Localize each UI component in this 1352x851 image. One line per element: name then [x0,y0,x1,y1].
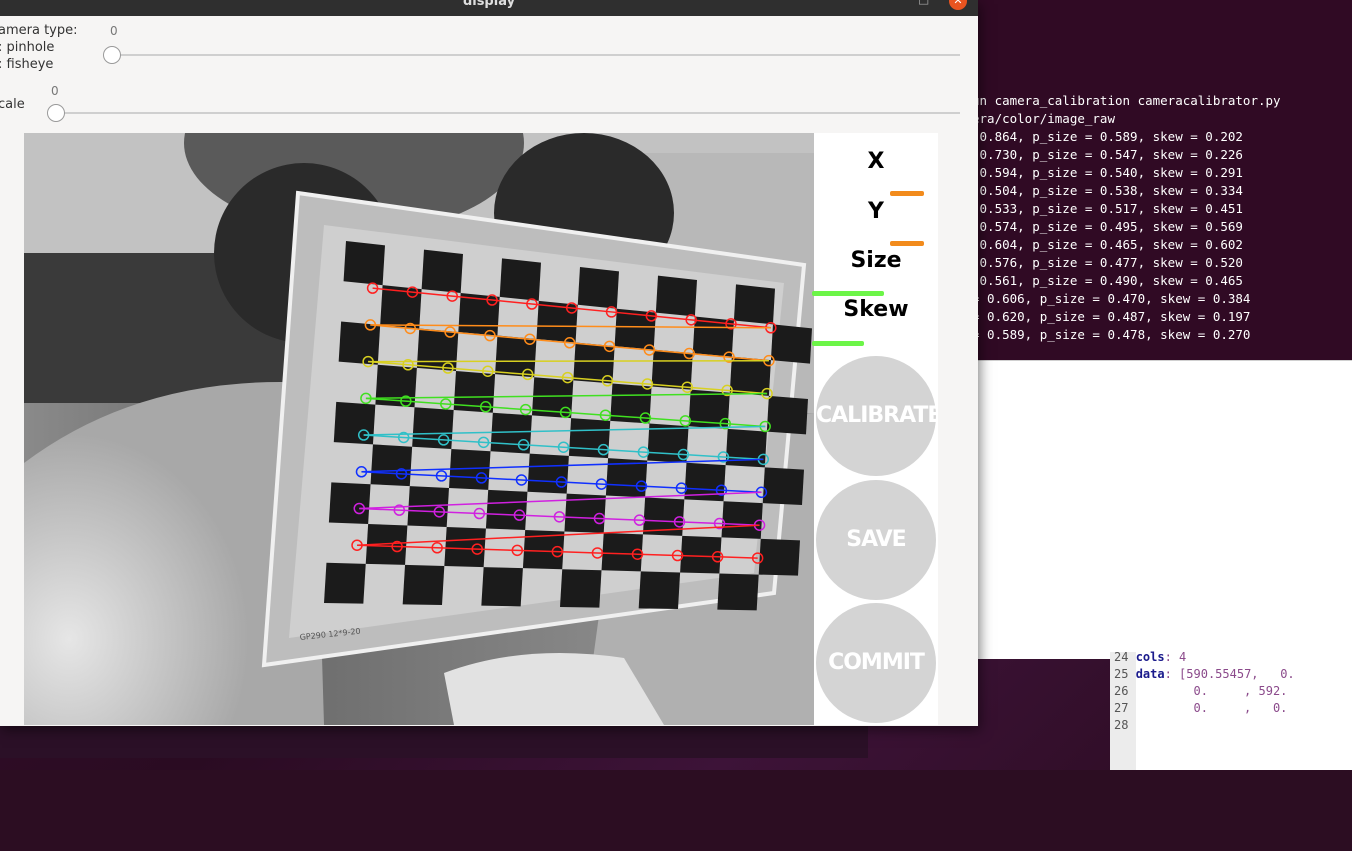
checkerboard-square [758,538,800,576]
calibrate-button[interactable]: CALIBRATE [816,356,938,476]
camera-type-slider-handle[interactable] [103,46,121,64]
terminal-window[interactable]: un camera_calibration cameracalibrator.p… [960,0,1352,360]
title-bar[interactable]: display — □ ✕ [0,0,978,16]
checkerboard-square [328,482,371,525]
scale-label: cale [0,97,25,112]
checkerboard-square [762,467,804,505]
checkerboard-square [638,571,681,609]
metric-y-label: Y [868,199,884,224]
checkerboard-square [770,324,812,364]
window-shadow [0,726,868,758]
scale-slider-handle[interactable] [47,104,65,122]
checkerboard-square [370,444,413,487]
metric-x-bar [890,191,924,196]
editor-line: 28 [1114,718,1136,732]
calibration-view: GP290 12*9-20 X Y Size Skew CALIBRATE SA… [24,133,938,725]
maximize-icon[interactable]: □ [918,0,929,6]
camera-type-label: amera type: : pinhole : fisheye [0,22,78,73]
editor-content: 24 cols: 4 25 data: [590.55457, 0. 26 0. ,… [1114,649,1295,734]
terminal-output: un camera_calibration cameracalibrator.p… [972,93,1281,342]
checkerboard-square [499,258,541,301]
background-window[interactable] [978,360,1352,659]
camera-type-fisheye-line: : fisheye [0,57,54,72]
checkerboard-square [577,267,619,309]
camera-type-pinhole-line: : pinhole [0,40,55,55]
checkerboard-square [655,275,697,317]
editor-line: 27 0. , 0. [1114,701,1288,715]
checkerboard-square [573,342,615,384]
camera-image: GP290 12*9-20 [24,133,814,725]
camera-type-label-line: amera type: [0,23,78,38]
checkerboard-square [481,567,523,607]
checkerboard-square [324,562,366,604]
editor-line: 24 cols: 4 [1114,650,1187,664]
checkerboard-square [651,349,693,390]
checkerboard-square [717,573,759,611]
save-button[interactable]: SAVE [816,480,936,600]
corner-connector-line [368,359,769,363]
checkerboard-square [490,412,532,454]
checkerboard-square [680,535,722,574]
metric-skew-bar [812,341,864,346]
checkerboard-square [402,564,445,605]
editor-line: 26 0. , 592. [1114,684,1288,698]
metric-y-bar [890,241,924,246]
checkerboard-square [560,569,602,608]
scale-slider-track[interactable] [56,112,960,114]
checkerboard-square [527,453,569,494]
checkerboard-square [733,284,775,325]
editor-line: 25 data: [590.55457, 0. [1114,667,1295,681]
metric-size-bar [812,291,884,296]
scale-value: 0 [51,84,59,98]
camera-type-slider-track[interactable] [112,54,960,56]
metric-x-label: X [867,149,885,174]
window-title: display [462,0,516,9]
checkerboard-square [721,501,763,539]
checkerboard-square [568,418,611,459]
checkerboard-square [444,527,486,568]
checkerboard-square [343,241,385,286]
checkerboard-square [725,428,767,468]
commit-button[interactable]: COMMIT [816,603,936,723]
metric-skew-label: Skew [843,297,909,322]
checkerboard-square [421,249,463,293]
checkerboard-square [766,395,808,435]
checkerboard-square [333,401,376,445]
calibration-sidebar: X Y Size Skew CALIBRATE SAVE COMMIT [812,133,938,725]
minimize-icon[interactable]: — [884,0,896,6]
metric-size-label: Size [850,248,902,273]
display-window[interactable]: display — □ ✕ amera type: : pinhole : fi… [0,0,978,726]
checkerboard-square [601,532,643,572]
text-editor[interactable]: 24 cols: 4 25 data: [590.55457, 0. 26 0. ,… [1110,649,1352,770]
camera-type-value: 0 [110,24,118,38]
